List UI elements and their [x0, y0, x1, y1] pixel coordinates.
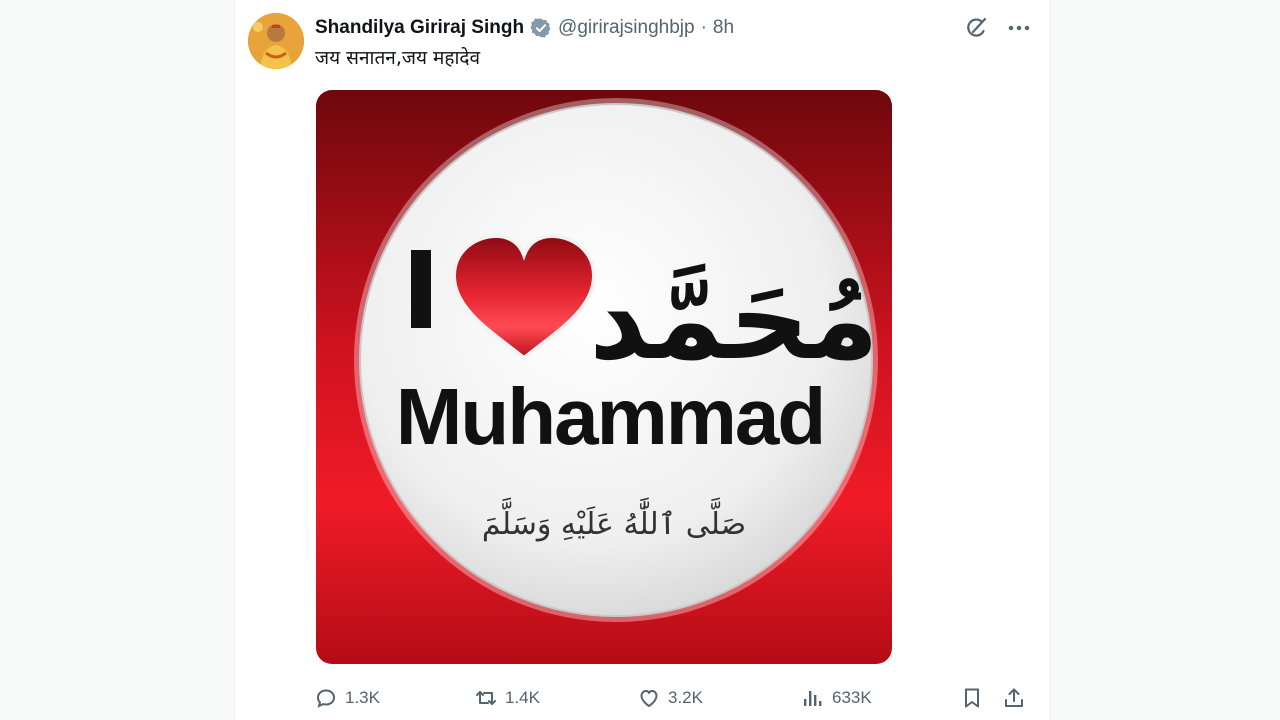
author-handle[interactable]: @girirajsinghbjp [558, 17, 695, 39]
repost-button[interactable]: 1.4K [474, 684, 540, 712]
like-count: 3.2K [668, 688, 703, 707]
repost-icon [476, 691, 496, 705]
right-gutter [1050, 0, 1280, 720]
share-icon [1005, 688, 1023, 707]
views-icon [804, 691, 822, 706]
left-gutter [0, 0, 234, 720]
reply-button[interactable]: 1.3K [314, 684, 380, 712]
timestamp[interactable]: 8h [713, 17, 734, 39]
tweet-header: Shandilya Giriraj Singh @girirajsinghbjp… [315, 14, 734, 42]
tweet-image[interactable]: مُحَمَّد Muhammad صَلَّى ٱللَّٰهُ عَلَيْ… [316, 90, 892, 664]
reply-count: 1.3K [345, 688, 380, 707]
tweet-actions: 1.3K 1.4K 3.2K 633K [314, 684, 1030, 712]
reply-icon [316, 689, 336, 708]
arabic-name: مُحَمَّد [589, 255, 879, 385]
separator-dot: · [700, 17, 707, 38]
like-button[interactable]: 3.2K [637, 684, 703, 712]
share-button[interactable] [1002, 684, 1026, 712]
like-icon [640, 690, 658, 707]
tweet-text: जय सनातन,जय महादेव [315, 47, 481, 69]
verified-badge-icon [530, 17, 552, 39]
avatar[interactable] [248, 13, 304, 69]
views-button[interactable]: 633K [801, 684, 872, 712]
repost-count: 1.4K [505, 688, 540, 707]
latin-name: Muhammad [396, 372, 825, 461]
bookmark-icon [965, 688, 979, 708]
bookmark-button[interactable] [960, 684, 984, 712]
author-name[interactable]: Shandilya Giriraj Singh [315, 17, 524, 39]
grok-icon[interactable] [964, 15, 990, 41]
views-count: 633K [832, 688, 872, 707]
more-icon[interactable] [1006, 15, 1032, 41]
letter-i-mark [411, 250, 431, 328]
tweet-top-actions [964, 14, 1032, 42]
